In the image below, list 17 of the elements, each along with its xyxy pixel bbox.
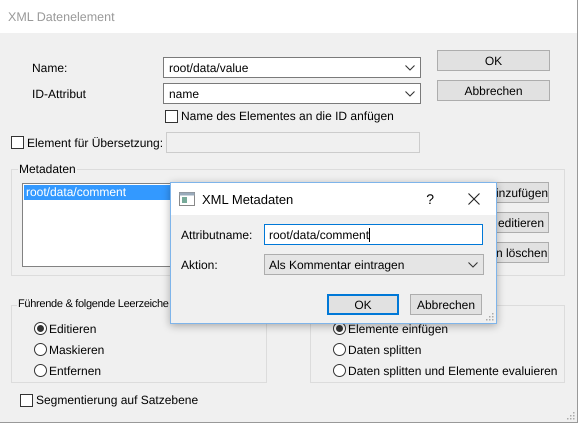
field-label: Aktion: — [181, 258, 219, 272]
field-label: Name: — [31, 60, 68, 74]
dialog-title: XML Metadaten — [202, 192, 294, 206]
radio-label: Maskieren — [49, 342, 104, 356]
field-label: Attributname: — [181, 228, 254, 242]
group-title: Führende & folgende Leerzeiche — [17, 298, 170, 310]
field-label: ID-Attribut — [31, 86, 88, 100]
checkbox-label: Name des Elementes an die ID anfügen — [181, 109, 394, 123]
radio-label: Editieren — [49, 322, 96, 336]
checkbox-label: Segmentierung auf Satzebene — [36, 393, 198, 407]
radio-label: Daten splitten und Elemente evaluieren — [348, 364, 558, 378]
window-title: XML Datenelement — [8, 10, 115, 24]
radio-label: Daten splitten — [348, 342, 422, 356]
radio-label: Entfernen — [49, 364, 102, 378]
group-title: Metadaten — [18, 162, 77, 176]
radio-label: Elemente einfügen — [348, 322, 448, 336]
checkbox-label: Element für Übersetzung: — [27, 136, 164, 150]
